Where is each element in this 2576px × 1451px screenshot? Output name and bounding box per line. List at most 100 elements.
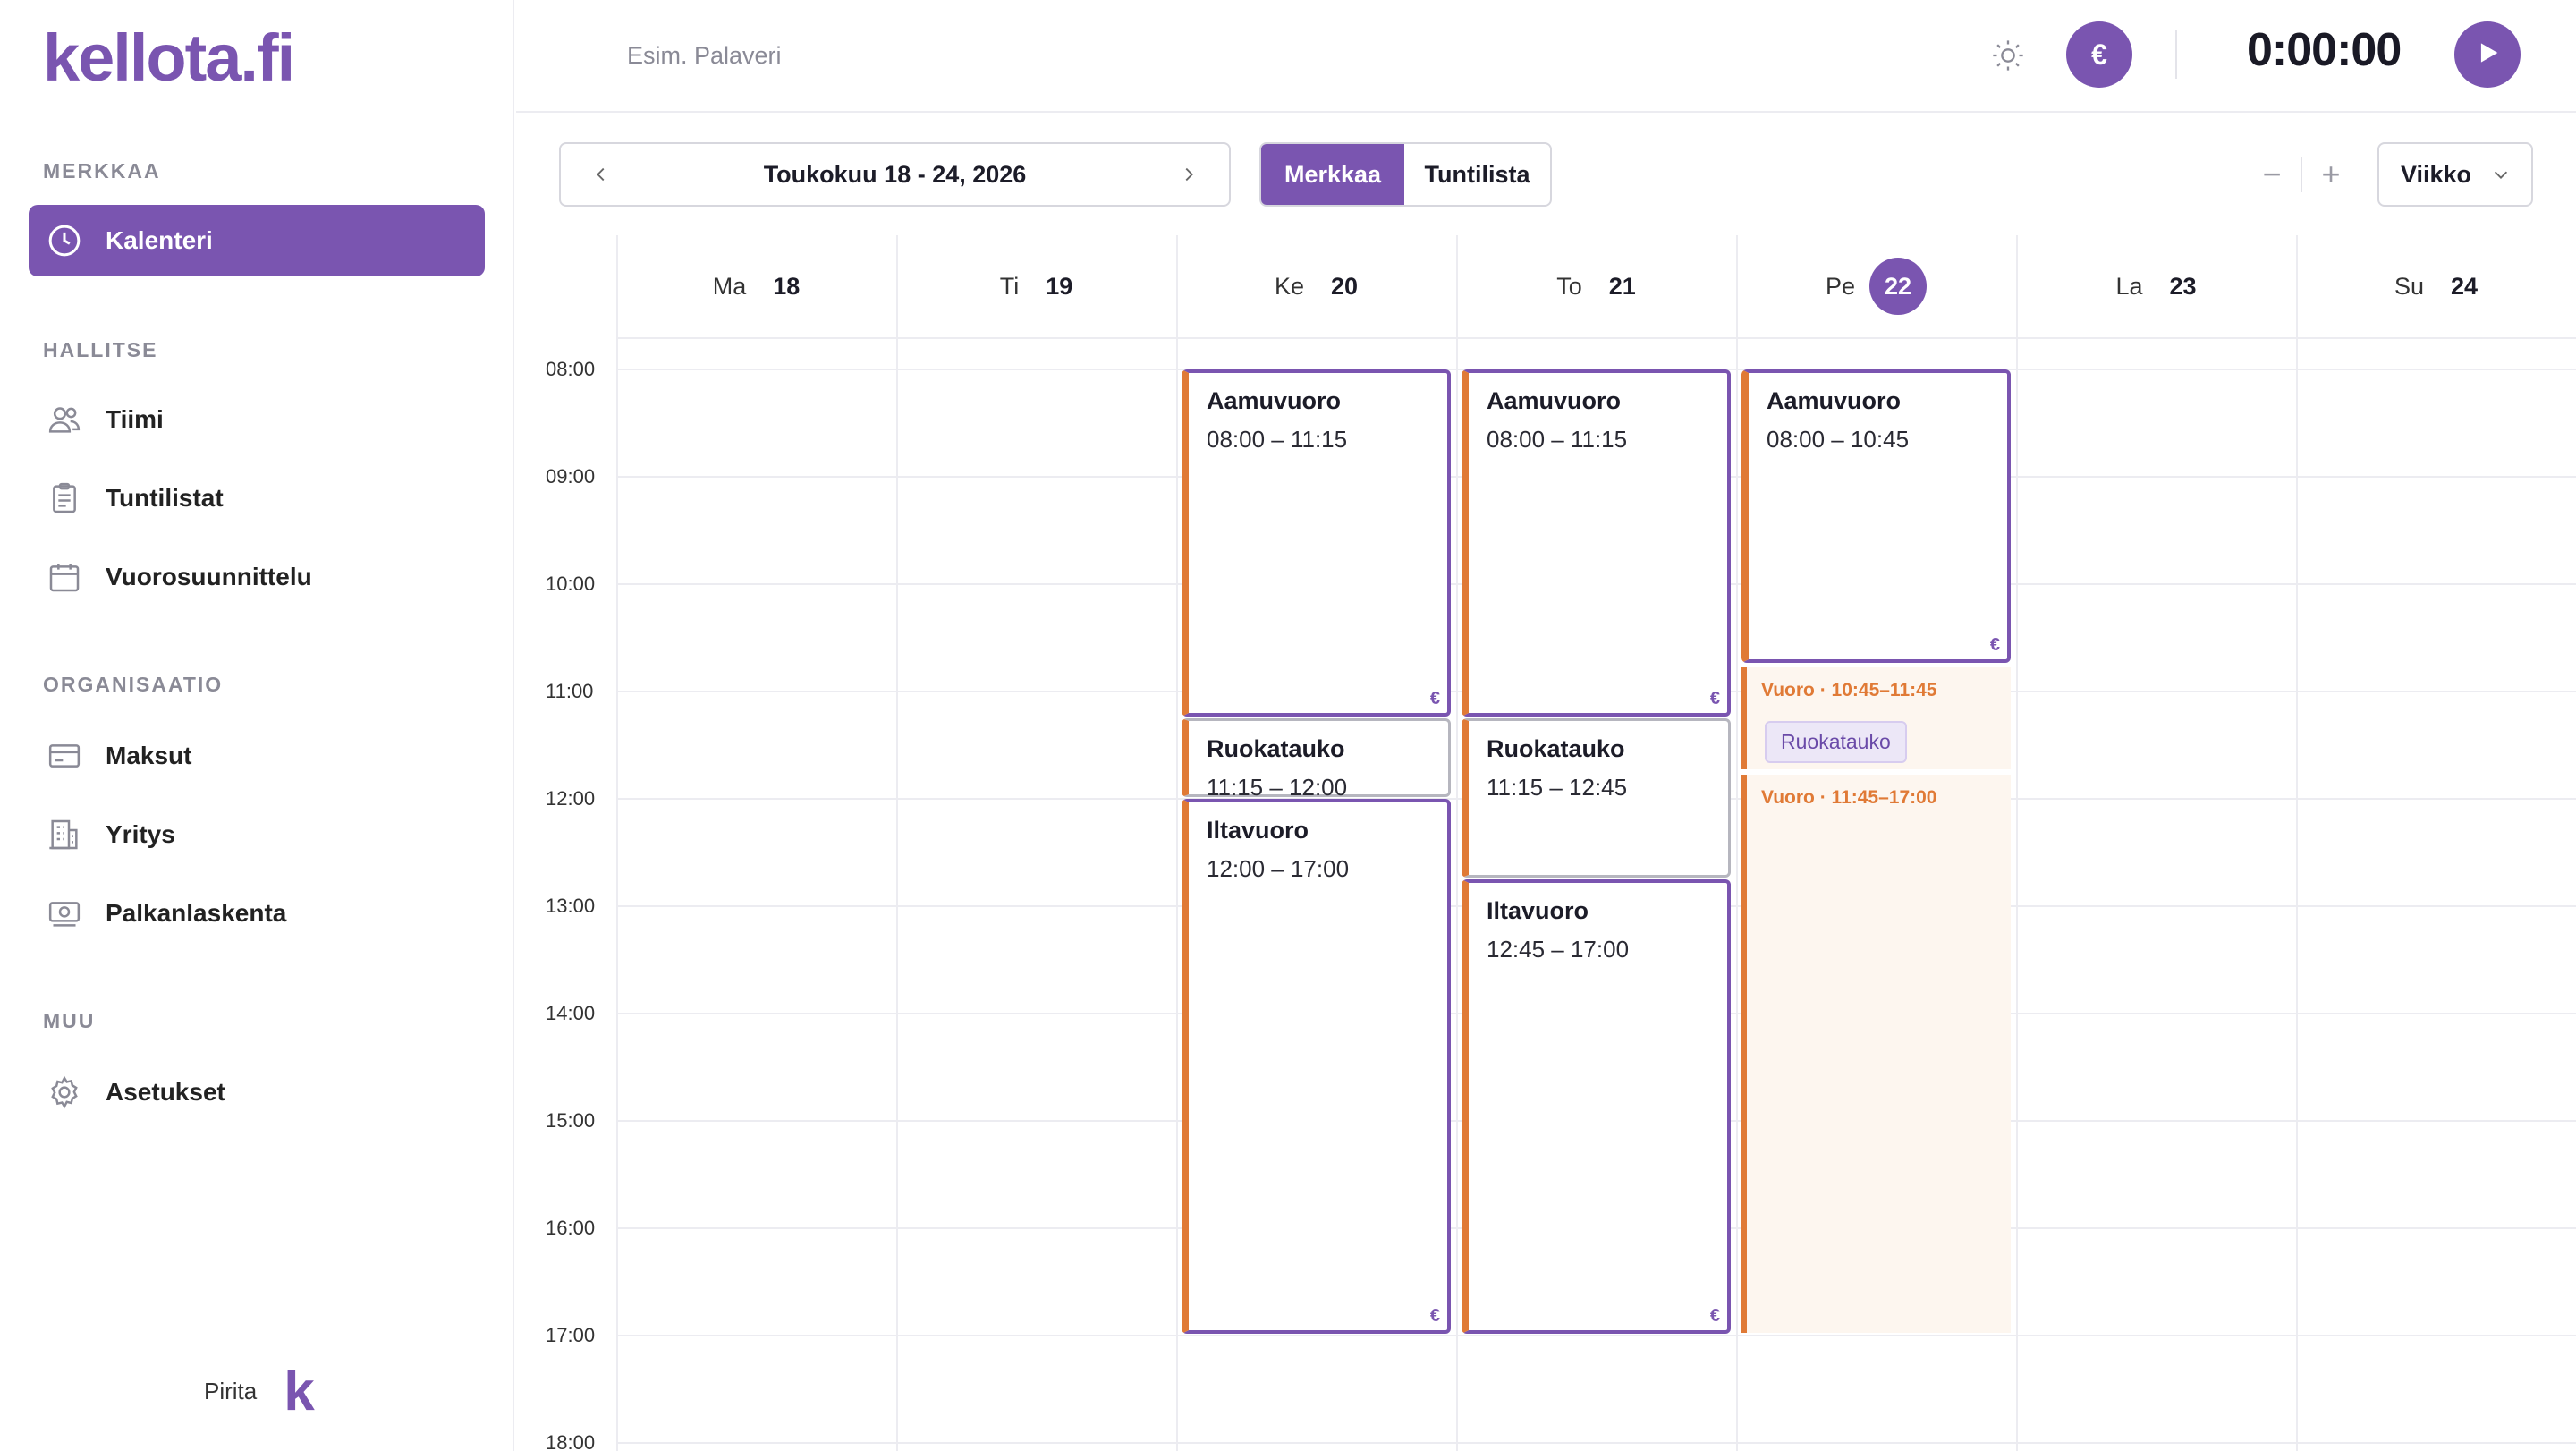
day-header[interactable]: Ke 20 xyxy=(1176,235,1456,339)
calendar-icon xyxy=(45,557,84,597)
money-icon xyxy=(45,894,84,933)
shift-event[interactable]: Aamuvuoro 08:00 – 10:45 € xyxy=(1741,369,2011,663)
pending-slot-label: Vuoro · 10:45–11:45 xyxy=(1761,680,1937,700)
sidebar-item-kalenteri[interactable]: Kalenteri xyxy=(29,205,485,276)
chevron-right-icon xyxy=(1185,167,1193,182)
day-column-divider xyxy=(896,235,898,1451)
sidebar-item-asetukset[interactable]: Asetukset xyxy=(29,1056,485,1128)
hour-label: 13:00 xyxy=(546,895,596,917)
event-time: 11:15 – 12:00 xyxy=(1207,774,1348,801)
view-select[interactable]: Viikko xyxy=(2377,142,2533,207)
event-title: Ruokatauko xyxy=(1207,735,1345,762)
hour-label: 11:00 xyxy=(546,680,594,702)
event-title: Ruokatauko xyxy=(1487,735,1625,762)
billable-euro-icon: € xyxy=(1429,1306,1440,1326)
date-range-label[interactable]: Toukokuu 18 - 24, 2026 xyxy=(764,161,1027,189)
mode-tuntilista-button[interactable]: Tuntilista xyxy=(1404,144,1550,205)
clipboard-icon xyxy=(45,479,84,518)
date-range-navigator: Toukokuu 18 - 24, 2026 xyxy=(559,142,1231,207)
billable-euro-icon: € xyxy=(1429,689,1440,709)
break-event[interactable]: Ruokatauko 11:15 – 12:45 xyxy=(1462,718,1731,878)
mode-switch: Merkkaa Tuntilista xyxy=(1259,142,1552,207)
view-select-value: Viikko xyxy=(2401,160,2472,188)
sidebar-item-label: Tiimi xyxy=(106,405,164,433)
day-name: Su xyxy=(2394,272,2424,300)
day-header[interactable]: Ma 18 xyxy=(616,235,896,339)
shift-event[interactable]: Iltavuoro 12:00 – 17:00 € xyxy=(1182,799,1451,1334)
sidebar-item-tuntilistat[interactable]: Tuntilistat xyxy=(29,462,485,534)
sidebar-item-maksut[interactable]: Maksut xyxy=(29,720,485,792)
zoom-out-button[interactable]: − xyxy=(2243,142,2301,207)
divider xyxy=(2175,30,2177,79)
shift-event[interactable]: Iltavuoro 12:45 – 17:00 € xyxy=(1462,879,1731,1334)
billable-euro-icon: € xyxy=(1989,635,2000,655)
user-avatar: k xyxy=(284,1361,315,1422)
event-time: 12:45 – 17:00 xyxy=(1487,936,1630,963)
event-time: 11:15 – 12:45 xyxy=(1487,774,1628,801)
break-chip[interactable]: Ruokatauko xyxy=(1765,721,1907,763)
day-date: 23 xyxy=(2169,272,2197,300)
previous-week-button[interactable] xyxy=(588,161,614,188)
day-header[interactable]: Ti 19 xyxy=(896,235,1176,339)
hour-label: 12:00 xyxy=(546,787,596,810)
pending-shift-slot[interactable]: Vuoro · 11:45–17:00 xyxy=(1741,775,2011,1333)
sidebar: kellota.fi MERKKAA Kalenteri HALLITSE Ti… xyxy=(0,0,514,1451)
task-description-input[interactable] xyxy=(627,32,1271,79)
credit-card-icon xyxy=(45,736,84,776)
shift-event[interactable]: Aamuvuoro 08:00 – 11:15 € xyxy=(1182,369,1451,717)
day-name: Pe xyxy=(1825,272,1856,300)
day-header[interactable]: To 21 xyxy=(1456,235,1736,339)
sidebar-item-palkanlaskenta[interactable]: Palkanlaskenta xyxy=(29,878,485,949)
billable-euro-icon: € xyxy=(1709,1306,1720,1326)
billable-toggle-button[interactable]: € xyxy=(2066,21,2132,88)
sidebar-item-label: Kalenteri xyxy=(106,226,213,254)
section-title-merkkaa: MERKKAA xyxy=(43,159,161,182)
play-icon xyxy=(2472,38,2503,72)
app-logo[interactable]: kellota.fi xyxy=(43,20,295,96)
day-column-divider xyxy=(2296,235,2298,1451)
pending-shift-slot[interactable]: Vuoro · 10:45–11:45 Ruokatauko xyxy=(1741,667,2011,769)
day-column-divider xyxy=(1456,235,1458,1451)
next-week-button[interactable] xyxy=(1175,161,1202,188)
day-column-divider xyxy=(1736,235,1738,1451)
zoom-in-button[interactable]: + xyxy=(2302,142,2360,207)
event-title: Aamuvuoro xyxy=(1207,387,1342,414)
sidebar-item-label: Asetukset xyxy=(106,1078,225,1106)
day-header[interactable]: Su 24 xyxy=(2296,235,2576,339)
day-date: 21 xyxy=(1608,272,1636,300)
hour-label: 10:00 xyxy=(546,573,596,595)
sidebar-item-label: Vuorosuunnittelu xyxy=(106,563,312,590)
day-column-divider xyxy=(616,235,618,1451)
zoom-controls: − + xyxy=(2243,142,2360,207)
event-time: 08:00 – 11:15 xyxy=(1487,426,1628,453)
hour-label: 14:00 xyxy=(546,1002,596,1024)
shift-event[interactable]: Aamuvuoro 08:00 – 11:15 € xyxy=(1462,369,1731,717)
mode-merkkaa-button[interactable]: Merkkaa xyxy=(1261,144,1404,205)
sidebar-item-tiimi[interactable]: Tiimi xyxy=(29,384,485,455)
day-header[interactable]: Pe 22 xyxy=(1736,235,2016,339)
day-name: Ma xyxy=(712,272,747,300)
day-column-divider xyxy=(2016,235,2018,1451)
section-title-hallitse: HALLITSE xyxy=(43,338,158,361)
event-time: 08:00 – 10:45 xyxy=(1767,426,1910,453)
user-profile[interactable]: Pirita k xyxy=(204,1360,315,1423)
users-icon xyxy=(45,400,84,439)
hour-label: 15:00 xyxy=(546,1109,596,1132)
start-timer-button[interactable] xyxy=(2454,21,2521,88)
hour-gridline xyxy=(616,1442,2576,1444)
day-name: Ke xyxy=(1274,272,1304,300)
sun-icon xyxy=(1990,38,2026,78)
hour-label: 18:00 xyxy=(546,1431,596,1451)
break-event[interactable]: Ruokatauko 11:15 – 12:00 xyxy=(1182,718,1451,801)
theme-toggle-button[interactable] xyxy=(1983,32,2033,82)
section-title-organisaatio: ORGANISAATIO xyxy=(43,673,224,696)
sidebar-item-label: Palkanlaskenta xyxy=(106,899,287,927)
sidebar-item-vuorosuunnittelu[interactable]: Vuorosuunnittelu xyxy=(29,541,485,613)
event-title: Aamuvuoro xyxy=(1487,387,1622,414)
day-header[interactable]: La 23 xyxy=(2016,235,2296,339)
day-date: 20 xyxy=(1330,272,1359,300)
sidebar-item-yritys[interactable]: Yritys xyxy=(29,799,485,870)
hour-label: 16:00 xyxy=(546,1217,596,1239)
event-title: Aamuvuoro xyxy=(1767,387,1902,414)
event-title: Iltavuoro xyxy=(1207,817,1309,844)
